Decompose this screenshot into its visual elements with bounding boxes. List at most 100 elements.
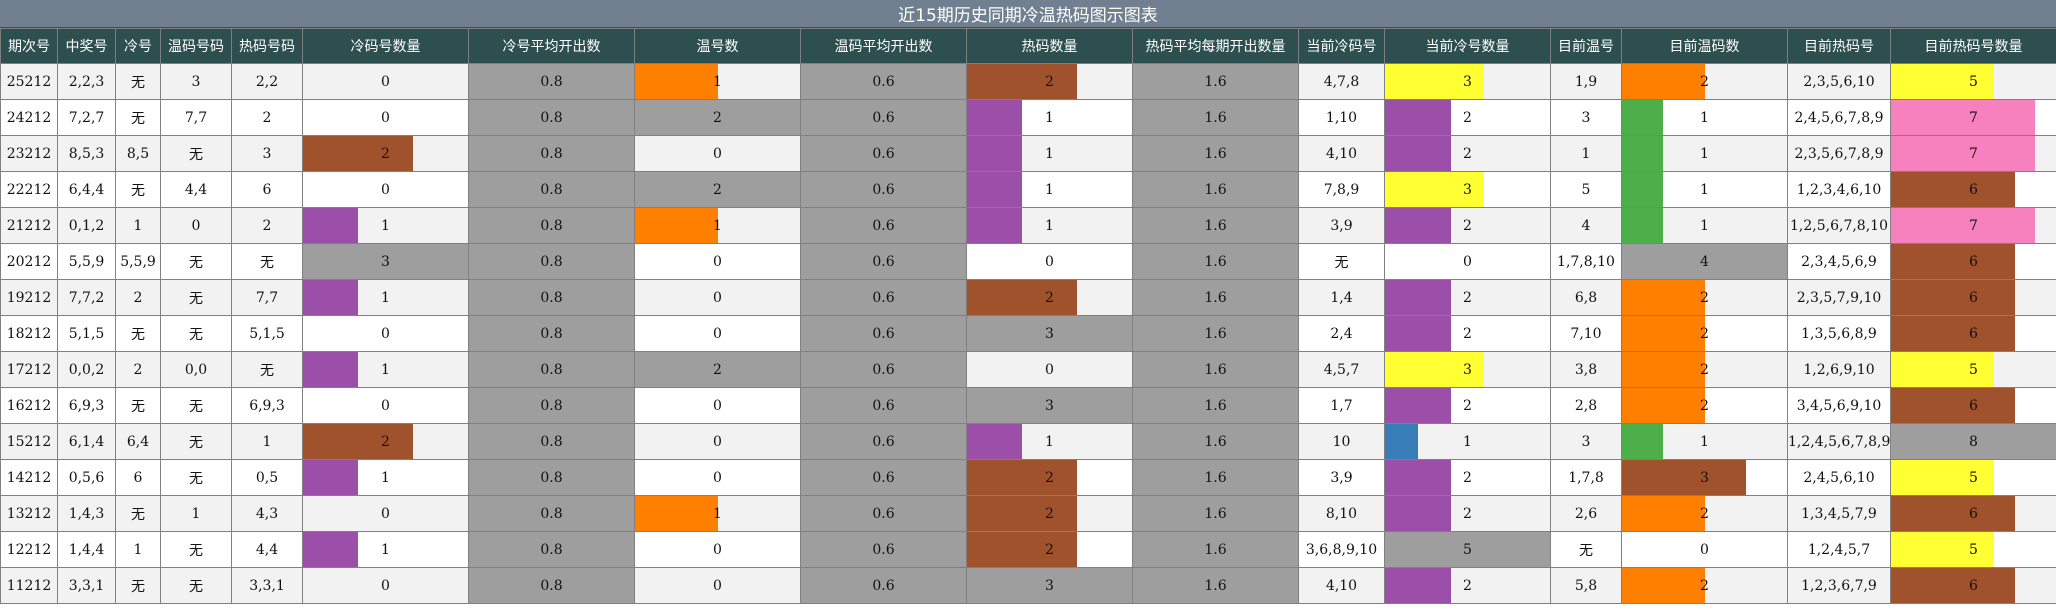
- table-cell: 无: [160, 567, 232, 604]
- count-bar: [1622, 316, 1705, 351]
- table-cell: 6: [1890, 279, 2056, 316]
- count-bar: [635, 64, 718, 99]
- count-bar: [1891, 460, 1995, 495]
- table-cell: 3: [302, 243, 469, 280]
- count-bar: [1622, 388, 1705, 423]
- table-cell: 1: [302, 279, 469, 316]
- table-cell: 无: [160, 387, 232, 424]
- table-cell: 1.6: [1132, 279, 1299, 316]
- count-bar: [1891, 208, 2036, 243]
- count-value: 2: [713, 109, 722, 126]
- table-cell: 0: [966, 243, 1133, 280]
- count-bar: [1622, 100, 1664, 135]
- count-bar: [303, 532, 358, 567]
- table-cell: 0: [634, 135, 801, 172]
- count-bar: [1622, 496, 1705, 531]
- table-cell: 2: [1384, 279, 1551, 316]
- table-cell: 0.8: [468, 387, 635, 424]
- table-cell: 25212: [0, 63, 58, 100]
- count-value: 2: [1463, 145, 1472, 162]
- table-cell: 0.8: [468, 315, 635, 352]
- table-cell: 6,9,3: [57, 387, 116, 424]
- count-bar: [1891, 568, 2015, 603]
- count-value: 1: [1045, 433, 1054, 450]
- count-value: 2: [1045, 289, 1054, 306]
- table-cell: 1,2,3,6,7,9: [1787, 567, 1891, 604]
- table-cell: 1,2,3,4,6,10: [1787, 171, 1891, 208]
- table-cell: 1: [1621, 99, 1788, 136]
- table-cell: 1: [1621, 423, 1788, 460]
- count-value: 1: [1045, 145, 1054, 162]
- count-value: 1: [1045, 109, 1054, 126]
- table-row: 15212 6,1,4 6,4 无 1 2 0.8 0 0.6 1 1.6 10 1 3 1 1,2,4,5,…: [0, 423, 2056, 460]
- table-cell: 4,4: [160, 171, 232, 208]
- table-cell: 2: [1621, 567, 1788, 604]
- count-value: 6: [1969, 397, 1978, 414]
- table-cell: 5: [1890, 459, 2056, 496]
- table-cell: 2: [302, 135, 469, 172]
- count-value: 3: [381, 253, 390, 270]
- table-cell: 18212: [0, 315, 58, 352]
- table-cell: 4: [1550, 207, 1622, 244]
- count-bar: [967, 208, 1022, 243]
- table-cell: 6: [1890, 495, 2056, 532]
- table-cell: 0.6: [800, 567, 967, 604]
- count-bar: [1622, 136, 1664, 171]
- count-bar: [967, 172, 1022, 207]
- table-cell: 0.8: [468, 171, 635, 208]
- table-cell: 2: [634, 99, 801, 136]
- table-cell: 15212: [0, 423, 58, 460]
- table-cell: 5: [1550, 171, 1622, 208]
- table-cell: 5: [1890, 63, 2056, 100]
- table-cell: 0.8: [468, 531, 635, 568]
- table-cell: 1.6: [1132, 459, 1299, 496]
- count-bar: [635, 496, 718, 531]
- table-cell: 7,8,9: [1298, 171, 1385, 208]
- table-cell: 1,2,4,5,6,7,8,9: [1787, 423, 1891, 460]
- table-cell: 4: [1621, 243, 1788, 280]
- table-cell: 1: [1550, 135, 1622, 172]
- table-row: 20212 5,5,9 5,5,9 无无 3 0.8 0 0.6 0 1.6 无 0 1,7,8,10 4…: [0, 243, 2056, 280]
- table-cell: 6,4,4: [57, 171, 116, 208]
- table-cell: 无: [160, 135, 232, 172]
- count-bar: [1385, 208, 1451, 243]
- table-cell: 0.8: [468, 495, 635, 532]
- table-cell: 1: [966, 135, 1133, 172]
- table-cell: 6,8: [1550, 279, 1622, 316]
- table-cell: 24212: [0, 99, 58, 136]
- table-cell: 2: [1384, 207, 1551, 244]
- table-cell: 3: [966, 567, 1133, 604]
- table-cell: 0: [634, 423, 801, 460]
- table-cell: 2: [1384, 387, 1551, 424]
- count-value: 2: [713, 361, 722, 378]
- count-value: 7: [1969, 109, 1978, 126]
- table-cell: 2: [1384, 315, 1551, 352]
- count-bar: [1385, 136, 1451, 171]
- count-value: 2: [381, 433, 390, 450]
- table-cell: 4,10: [1298, 135, 1385, 172]
- count-bar: [1385, 424, 1418, 459]
- table-cell: 0.6: [800, 63, 967, 100]
- table-cell: 0.8: [468, 567, 635, 604]
- table-row: 25212 2,2,3 无 3 2,2 0 0.8 1 0.6 2 1.6 4,7,8 3 1,9 2 2,3…: [0, 63, 2056, 100]
- table-cell: 3: [966, 387, 1133, 424]
- table-row: 17212 0,0,2 2 0,0 无 1 0.8 2 0.6 0 1.6 4,5,7 3 3,8 2 1,2…: [0, 351, 2056, 388]
- count-bar: [1891, 64, 1995, 99]
- table-cell: 7,7: [160, 99, 232, 136]
- count-value: 2: [1463, 577, 1472, 594]
- count-bar: [1622, 460, 1746, 495]
- table-cell: 1.6: [1132, 135, 1299, 172]
- count-value: 3: [1463, 73, 1472, 90]
- count-value: 2: [1463, 325, 1472, 342]
- table-cell: 5: [1890, 351, 2056, 388]
- table-row: 11212 3,3,1 无无 3,3,1 0 0.8 0 0.6 3 1.6 4,10 2 5,8 2 1,…: [0, 567, 2056, 604]
- table-cell: 1.6: [1132, 495, 1299, 532]
- table-cell: 无: [160, 459, 232, 496]
- count-value: 6: [1969, 253, 1978, 270]
- table-cell: 1: [302, 351, 469, 388]
- table-cell: 4,3: [231, 495, 303, 532]
- table-cell: 6: [231, 171, 303, 208]
- table-cell: 无: [115, 99, 161, 136]
- table-cell: 0.8: [468, 63, 635, 100]
- table-cell: 0.8: [468, 99, 635, 136]
